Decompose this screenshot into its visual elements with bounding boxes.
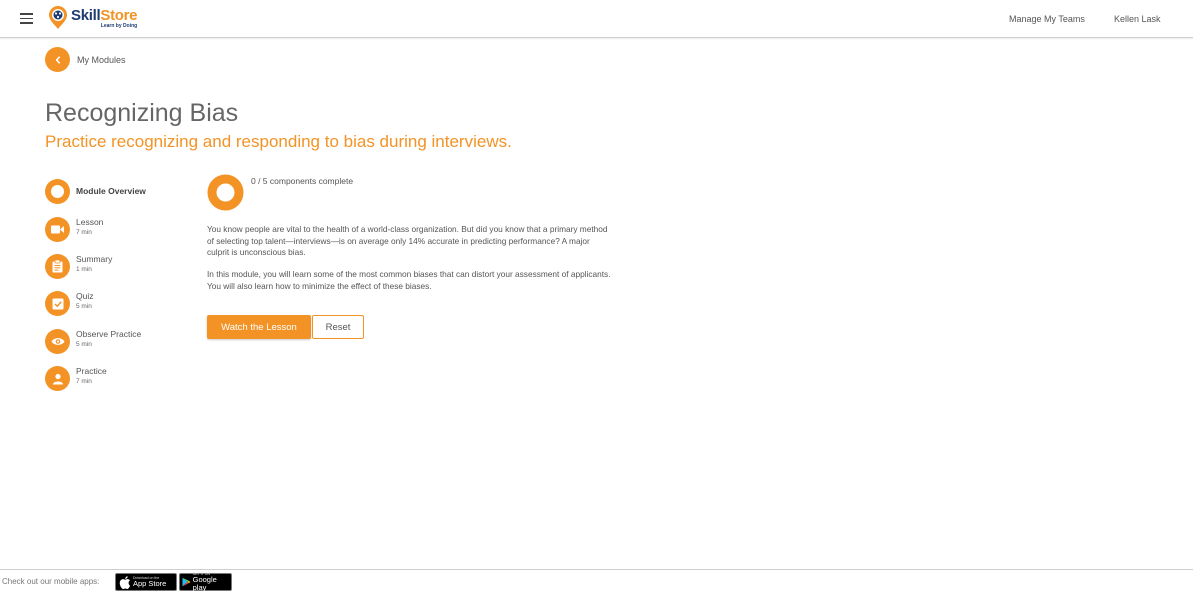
sidebar-item-label: Lesson (76, 217, 104, 227)
sidebar-item-label: Observe Practice (76, 329, 142, 339)
logo-wordmark: SkillStore (71, 7, 138, 24)
page-title: Recognizing Bias (45, 99, 239, 127)
video-camera-icon (45, 217, 70, 242)
google-play-icon (182, 577, 191, 587)
sidebar-item-lesson[interactable]: Lesson 7 min (45, 217, 185, 243)
breadcrumb-my-modules[interactable]: My Modules (77, 55, 126, 65)
sidebar-item-duration: 5 min (76, 341, 92, 348)
sidebar-item-quiz[interactable]: Quiz 5 min (45, 291, 185, 317)
sidebar-item-duration: 1 min (76, 266, 92, 273)
checkbox-icon (45, 291, 70, 316)
sidebar-item-duration: 7 min (76, 378, 92, 385)
footer: Check out our mobile apps: Download on t… (0, 569, 1193, 592)
sidebar-item-duration: 7 min (76, 229, 92, 236)
apple-icon (119, 575, 130, 589)
app-store-big-text: App Store (133, 579, 167, 588)
sidebar-item-label: Summary (76, 254, 113, 264)
google-play-big-text: Google play (192, 575, 217, 592)
back-button[interactable] (45, 47, 70, 72)
sidebar-item-duration: 5 min (76, 303, 92, 310)
logo-tagline: Learn by Doing (100, 23, 138, 29)
reset-button[interactable]: Reset (312, 315, 364, 339)
skillstore-logo[interactable]: SkillStore Learn by Doing (48, 6, 138, 32)
sidebar-item-label: Module Overview (76, 186, 146, 196)
manage-teams-link[interactable]: Manage My Teams (1009, 14, 1085, 24)
watch-lesson-button[interactable]: Watch the Lesson (207, 315, 311, 339)
google-play-badge[interactable]: GET IT ON Google play (179, 572, 232, 592)
footer-mobile-apps-text: Check out our mobile apps: (2, 577, 100, 586)
logo-pin-icon (48, 6, 68, 30)
menu-icon[interactable] (20, 13, 33, 24)
clipboard-icon (45, 254, 70, 279)
user-menu-link[interactable]: Kellen Lask (1114, 14, 1161, 24)
person-icon (45, 366, 70, 391)
eye-icon (45, 329, 70, 354)
sidebar-item-summary[interactable]: Summary 1 min (45, 254, 185, 280)
sidebar-item-module-overview[interactable]: Module Overview (45, 179, 185, 205)
sidebar-item-label: Quiz (76, 291, 94, 301)
circle-icon (45, 179, 70, 204)
intro-paragraph: You know people are vital to the health … (207, 224, 608, 257)
app-store-badge[interactable]: Download on the App Store (115, 573, 177, 591)
progress-status: 0 / 5 components complete (251, 176, 354, 186)
progress-ring (207, 174, 244, 211)
top-header: SkillStore Learn by Doing Manage My Team… (0, 0, 1193, 38)
sidebar-item-observe-practice[interactable]: Observe Practice 5 min (45, 329, 185, 355)
page-subtitle: Practice recognizing and responding to b… (45, 132, 512, 151)
sidebar-item-practice[interactable]: Practice 7 min (45, 366, 185, 392)
chevron-left-icon (55, 55, 60, 64)
module-description: In this module, you will learn some of t… (207, 269, 611, 291)
sidebar-item-label: Practice (76, 366, 107, 376)
